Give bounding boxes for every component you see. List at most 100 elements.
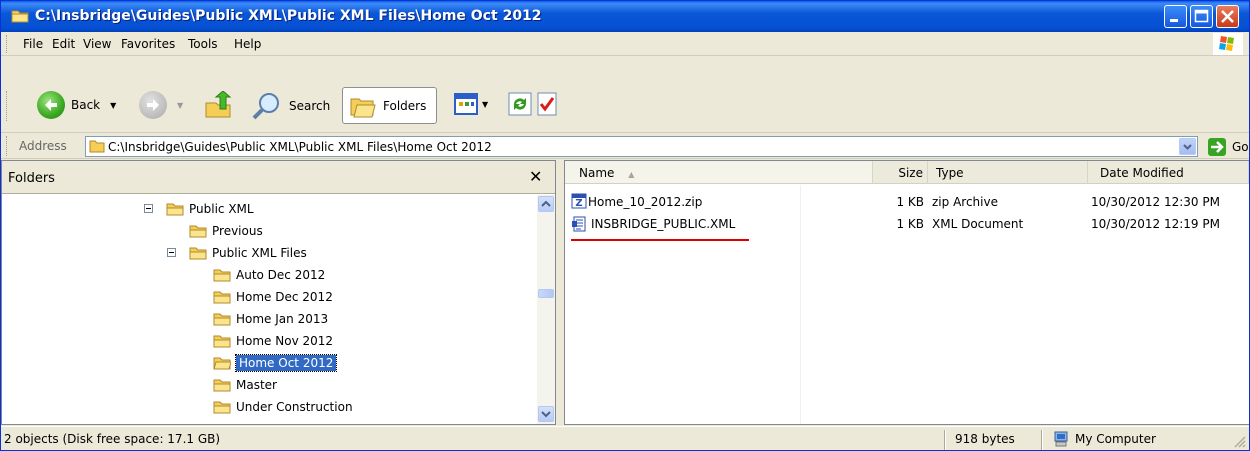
folder-open-icon bbox=[189, 247, 207, 260]
resize-grip-icon[interactable] bbox=[1233, 435, 1246, 448]
status-divider bbox=[944, 430, 946, 450]
minimize-icon bbox=[1170, 19, 1178, 22]
menu-favorites[interactable]: Favorites bbox=[121, 37, 175, 51]
address-field[interactable]: C:\Insbridge\Guides\Public XML\Public XM… bbox=[85, 136, 1198, 157]
tree-item-label: Home Jan 2013 bbox=[236, 312, 329, 326]
folder-icon bbox=[213, 313, 231, 326]
tree-item-under-construction[interactable]: Under Construction bbox=[213, 396, 353, 418]
folder-icon bbox=[11, 10, 29, 23]
collapse-toggle-icon[interactable] bbox=[167, 248, 176, 257]
back-button[interactable]: Back ▼ bbox=[37, 91, 116, 119]
tree-item-label: Auto Dec 2012 bbox=[236, 268, 326, 282]
tree-item-auto-dec-2012[interactable]: Auto Dec 2012 bbox=[213, 264, 325, 286]
title-bar[interactable]: C:\Insbridge\Guides\Public XML\Public XM… bbox=[1, 1, 1249, 32]
close-folders-pane-icon[interactable]: ✕ bbox=[529, 167, 542, 186]
windows-logo bbox=[1213, 33, 1243, 55]
search-button[interactable]: Search bbox=[251, 91, 330, 121]
zip-icon: Z bbox=[571, 193, 587, 209]
toolbar-grip[interactable] bbox=[6, 91, 9, 121]
menu-help[interactable]: Help bbox=[234, 37, 261, 51]
go-button[interactable]: Go bbox=[1207, 137, 1249, 157]
xml-document-icon bbox=[572, 216, 586, 232]
standard-toolbar: Back ▼ ▼ Search Folders ▼ bbox=[1, 56, 1249, 133]
scroll-up-button[interactable] bbox=[538, 196, 554, 212]
address-dropdown-button[interactable] bbox=[1179, 138, 1196, 155]
tree-item-public-xml-files[interactable]: Public XML Files bbox=[167, 242, 307, 264]
maximize-button[interactable] bbox=[1190, 5, 1213, 28]
column-header-label: Size bbox=[898, 166, 923, 180]
folder-icon bbox=[89, 140, 105, 153]
forward-arrow-icon bbox=[139, 91, 167, 119]
menu-grip[interactable] bbox=[6, 35, 9, 53]
my-computer-icon bbox=[1054, 431, 1068, 447]
menu-view[interactable]: View bbox=[83, 37, 111, 51]
collapse-toggle-icon[interactable] bbox=[144, 204, 153, 213]
status-size: 918 bytes bbox=[955, 432, 1015, 446]
views-dropdown-icon[interactable]: ▼ bbox=[482, 100, 488, 109]
tree-item-label: Public XML bbox=[189, 202, 254, 216]
tree-item-label: Home Dec 2012 bbox=[236, 290, 333, 304]
folders-button[interactable]: Folders bbox=[342, 87, 437, 124]
status-bar: 2 objects (Disk free space: 17.1 GB) 918… bbox=[1, 426, 1249, 450]
file-type: zip Archive bbox=[932, 195, 998, 209]
tree-item-public-xml[interactable]: Public XML bbox=[144, 198, 254, 220]
chevron-down-icon bbox=[1183, 144, 1192, 150]
file-name: Home_10_2012.zip bbox=[588, 195, 703, 209]
sync-icon bbox=[508, 92, 532, 116]
go-label: Go bbox=[1232, 140, 1249, 154]
file-date: 10/30/2012 12:19 PM bbox=[1091, 217, 1220, 231]
tree-item-home-jan-2013[interactable]: Home Jan 2013 bbox=[213, 308, 328, 330]
folders-scrollbar[interactable] bbox=[537, 195, 555, 424]
close-icon bbox=[1221, 10, 1234, 23]
checkmark-button[interactable] bbox=[535, 92, 559, 116]
column-header-type[interactable]: Type bbox=[928, 161, 1088, 184]
file-name: INSBRIDGE_PUBLIC.XML bbox=[591, 217, 736, 231]
column-header-name[interactable]: Name ▲ bbox=[565, 161, 873, 184]
explorer-window: C:\Insbridge\Guides\Public XML\Public XM… bbox=[0, 0, 1250, 451]
folders-pane-title: Folders bbox=[8, 171, 55, 186]
tree-item-home-nov-2012[interactable]: Home Nov 2012 bbox=[213, 330, 333, 352]
close-button[interactable] bbox=[1216, 5, 1239, 28]
up-folder-icon bbox=[205, 91, 232, 118]
tree-item-home-oct-2012[interactable]: Home Oct 2012 bbox=[213, 352, 338, 374]
column-header-date-modified[interactable]: Date Modified bbox=[1088, 161, 1249, 184]
svg-text:Z: Z bbox=[575, 198, 582, 209]
maximize-icon bbox=[1194, 9, 1209, 23]
sort-ascending-icon: ▲ bbox=[628, 170, 635, 179]
scroll-thumb[interactable] bbox=[538, 289, 554, 298]
views-button[interactable]: ▼ bbox=[453, 91, 488, 117]
file-row[interactable]: Z Home_10_2012.zip 1 KB zip Archive 10/3… bbox=[565, 193, 1249, 213]
minimize-button[interactable] bbox=[1164, 5, 1187, 28]
checklist-icon bbox=[537, 92, 557, 116]
tree-item-home-dec-2012[interactable]: Home Dec 2012 bbox=[213, 286, 333, 308]
menu-edit[interactable]: Edit bbox=[52, 37, 75, 51]
tree-item-previous[interactable]: Previous bbox=[189, 220, 263, 242]
column-header-size[interactable]: Size bbox=[873, 161, 928, 184]
file-row[interactable]: INSBRIDGE_PUBLIC.XML 1 KB XML Document 1… bbox=[565, 215, 1249, 235]
folder-icon bbox=[213, 291, 231, 304]
views-icon bbox=[454, 93, 478, 115]
red-underline-annotation bbox=[571, 239, 749, 241]
column-header-label: Date Modified bbox=[1100, 166, 1184, 180]
back-dropdown-icon[interactable]: ▼ bbox=[110, 101, 116, 110]
folder-icon bbox=[189, 225, 207, 238]
tree-item-label: Home Nov 2012 bbox=[236, 334, 334, 348]
address-value[interactable]: C:\Insbridge\Guides\Public XML\Public XM… bbox=[108, 140, 492, 154]
back-arrow-icon bbox=[37, 91, 65, 119]
folder-icon bbox=[213, 335, 231, 348]
up-folder-button[interactable] bbox=[204, 91, 234, 119]
scroll-down-button[interactable] bbox=[538, 406, 554, 422]
column-header-label: Type bbox=[936, 166, 964, 180]
address-bar: Address C:\Insbridge\Guides\Public XML\P… bbox=[1, 133, 1249, 159]
menu-file[interactable]: File bbox=[23, 37, 43, 51]
folders-icon bbox=[350, 98, 376, 117]
tree-item-master[interactable]: Master bbox=[213, 374, 277, 396]
folder-open-icon bbox=[166, 203, 184, 216]
forward-button[interactable]: ▼ bbox=[139, 91, 183, 119]
windows-flag-icon bbox=[1219, 36, 1234, 51]
forward-dropdown-icon[interactable]: ▼ bbox=[177, 101, 183, 110]
sync-button[interactable] bbox=[508, 92, 532, 116]
menu-tools[interactable]: Tools bbox=[188, 37, 218, 51]
address-grip[interactable] bbox=[6, 136, 9, 156]
folder-icon bbox=[213, 379, 231, 392]
